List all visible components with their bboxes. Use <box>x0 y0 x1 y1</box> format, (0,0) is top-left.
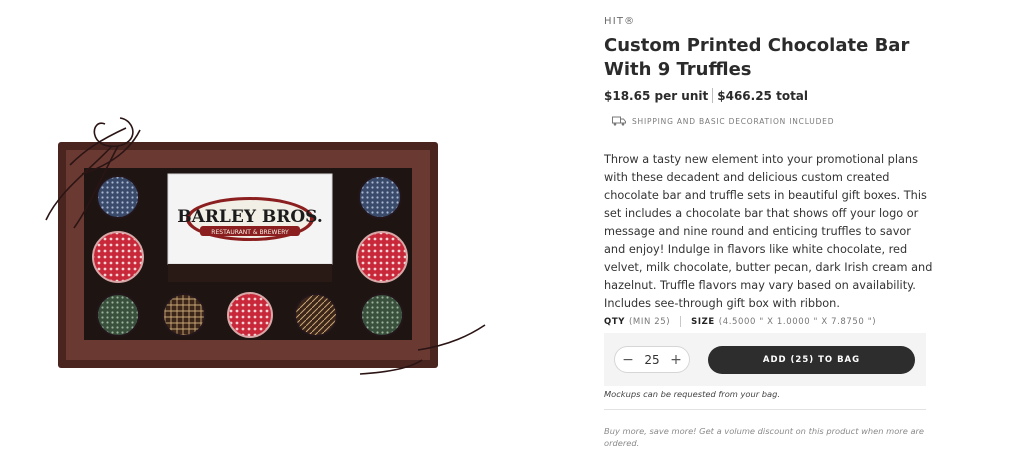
truck-icon <box>612 116 626 126</box>
size-label: SIZE <box>691 316 715 327</box>
mockup-note: Mockups can be requested from your bag. <box>604 389 781 399</box>
logo-subtext: RESTAURANT & BREWERY <box>211 229 289 236</box>
brand-name[interactable]: HIT® <box>604 16 635 27</box>
logo-card: BARLEY BROS. RESTAURANT & BREWERY <box>167 173 333 265</box>
price-divider <box>712 88 714 103</box>
chocolate-bar <box>168 264 332 282</box>
product-description: Throw a tasty new element into your prom… <box>604 153 933 310</box>
product-image-pane: BARLEY BROS. RESTAURANT & BREWERY <box>0 0 520 453</box>
price-row: $18.65 per unit $466.25 total <box>604 88 808 103</box>
minus-icon[interactable]: − <box>621 353 635 367</box>
qty-min: (MIN 25) <box>628 316 671 327</box>
quantity-stepper[interactable]: − 25 + <box>614 346 690 373</box>
add-to-bag-button[interactable]: ADD (25) TO BAG <box>708 346 915 374</box>
size-value: (4.5000 " X 1.0000 " X 7.8750 ") <box>718 316 877 327</box>
quantity-value[interactable]: 25 <box>644 353 659 367</box>
qty-label: QTY <box>604 316 625 327</box>
logo-text: BARLEY BROS. <box>177 207 323 227</box>
total-price: $466.25 total <box>717 88 809 103</box>
shipping-note: SHIPPING AND BASIC DECORATION INCLUDED <box>612 116 834 126</box>
volume-discount-note: Buy more, save more! Get a volume discou… <box>604 426 925 448</box>
divider <box>604 409 926 410</box>
spec-row: QTY (MIN 25) SIZE (4.5000 " X 1.0000 " X… <box>604 316 876 327</box>
unit-price: $18.65 per unit <box>604 88 709 103</box>
spec-divider <box>680 316 682 327</box>
shipping-text: SHIPPING AND BASIC DECORATION INCLUDED <box>632 116 835 126</box>
plus-icon[interactable]: + <box>669 353 683 367</box>
product-title: Custom Printed Chocolate Bar With 9 Truf… <box>604 35 910 80</box>
purchase-panel: − 25 + ADD (25) TO BAG <box>604 333 926 386</box>
product-image[interactable]: BARLEY BROS. RESTAURANT & BREWERY <box>30 110 500 380</box>
